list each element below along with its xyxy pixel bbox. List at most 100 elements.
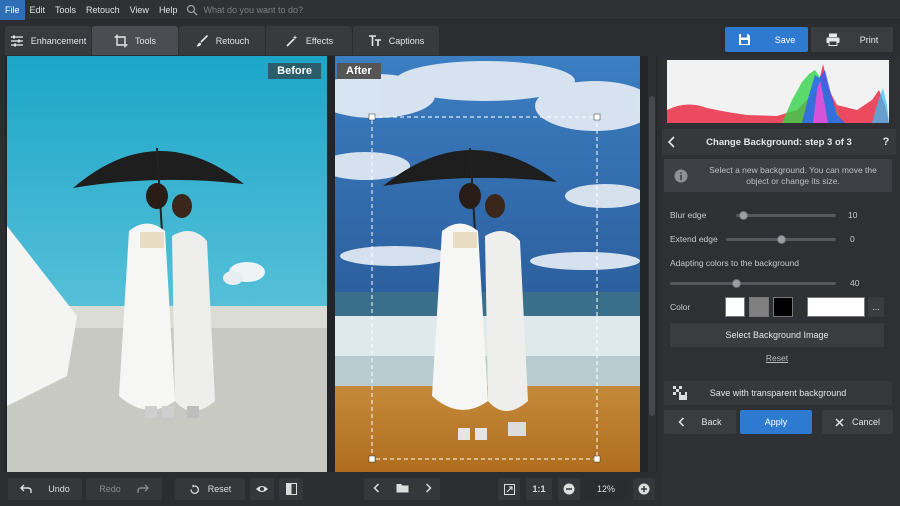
next-image-button[interactable] [416, 483, 440, 495]
blur-edge-slider[interactable] [736, 210, 836, 220]
color-swatch-white[interactable] [725, 297, 745, 317]
adapt-colors-row: 40 [670, 278, 892, 288]
tab-captions-label: Captions [388, 35, 425, 46]
close-icon [835, 417, 844, 427]
adapt-colors-label: Adapting colors to the background [670, 258, 800, 268]
menu-retouch[interactable]: Retouch [81, 0, 125, 20]
actual-size-button[interactable]: 1:1 [526, 478, 552, 500]
zoom-out-icon [563, 483, 575, 495]
blur-edge-knob[interactable] [738, 210, 748, 220]
actual-size-label: 1:1 [532, 484, 546, 494]
tab-captions[interactable]: Captions [353, 26, 439, 55]
extend-edge-knob[interactable] [776, 234, 786, 244]
printer-icon [826, 33, 840, 46]
photo-canvas[interactable]: Before After [5, 56, 657, 472]
magic-wand-icon [286, 34, 298, 47]
color-swatch-black[interactable] [773, 297, 793, 317]
color-label: Color [670, 302, 691, 312]
blur-edge-label: Blur edge [670, 210, 707, 220]
brush-icon [196, 34, 208, 46]
zoom-in-button[interactable] [633, 478, 655, 500]
undo-icon [20, 484, 32, 493]
zoom-value[interactable]: 12% [584, 478, 628, 500]
vertical-scrollbar[interactable] [648, 56, 656, 472]
color-swatch-gray[interactable] [749, 297, 769, 317]
reset-link[interactable]: Reset [662, 353, 892, 363]
tab-retouch[interactable]: Retouch [179, 26, 265, 55]
scrollbar-thumb[interactable] [649, 96, 655, 416]
after-image[interactable]: After [335, 56, 640, 472]
print-button[interactable]: Print [811, 27, 893, 52]
menu-edit[interactable]: Edit [25, 0, 51, 20]
after-label: After [337, 63, 381, 79]
eye-icon [256, 486, 268, 492]
adapt-colors-slider[interactable] [670, 278, 836, 288]
selected-color-well[interactable] [807, 297, 865, 317]
save-transparent-button[interactable]: Save with transparent background [664, 381, 892, 405]
tab-tools-label: Tools [134, 35, 156, 46]
back-button[interactable]: Back [664, 410, 736, 434]
chevron-right-icon [425, 483, 432, 493]
menu-view[interactable]: View [125, 0, 154, 20]
prev-image-button[interactable] [364, 483, 388, 495]
menu-search [186, 4, 364, 16]
reset-icon [190, 484, 199, 494]
cancel-label: Cancel [851, 417, 880, 427]
search-icon [187, 4, 198, 15]
compare-view-button[interactable] [279, 478, 303, 500]
menu-bar: File Edit Tools Retouch View Help [0, 0, 900, 20]
adapt-colors-label-row: Adapting colors to the background [670, 258, 892, 268]
save-transparent-label: Save with transparent background [709, 388, 847, 398]
menu-tools[interactable]: Tools [50, 0, 81, 20]
extend-edge-label: Extend edge [670, 234, 718, 244]
extend-edge-slider[interactable] [726, 234, 836, 244]
save-button[interactable]: Save [725, 27, 808, 52]
redo-button[interactable]: Redo [86, 478, 162, 500]
help-button[interactable]: ? [876, 136, 896, 148]
fit-to-screen-button[interactable] [498, 478, 520, 500]
reset-label: Reset [207, 484, 232, 494]
select-background-button[interactable]: Select Background Image [670, 323, 884, 347]
extend-edge-row: Extend edge 0 [670, 234, 892, 244]
adapt-colors-knob[interactable] [731, 278, 741, 288]
chevron-left-icon [678, 417, 685, 427]
cancel-button[interactable]: Cancel [822, 410, 893, 434]
navigation-group [364, 478, 440, 500]
redo-icon [137, 484, 149, 493]
blur-edge-row: Blur edge 10 [670, 210, 892, 220]
tab-effects-label: Effects [305, 35, 334, 46]
blur-edge-value: 10 [848, 210, 858, 220]
select-background-label: Select Background Image [725, 330, 829, 340]
transparent-save-icon [673, 386, 687, 400]
tab-tools[interactable]: Tools [92, 26, 178, 55]
menu-file[interactable]: File [0, 0, 25, 20]
apply-button[interactable]: Apply [740, 410, 812, 434]
bottom-bar: Undo Redo Reset 1:1 12% [0, 472, 660, 506]
preview-toggle-button[interactable] [250, 478, 274, 500]
split-view-icon [285, 483, 297, 495]
search-input[interactable] [203, 4, 364, 15]
zoom-in-icon [638, 483, 650, 495]
step-title: Change Background: step 3 of 3 [706, 136, 852, 148]
folder-icon [396, 484, 408, 493]
more-colors-button[interactable]: ... [868, 297, 884, 317]
toolbar: Enhancement Tools Retouch Effects Captio… [0, 20, 900, 56]
print-label: Print [859, 34, 879, 45]
open-folder-button[interactable] [388, 483, 416, 495]
tab-enhancement[interactable]: Enhancement [5, 26, 91, 55]
info-icon [674, 169, 688, 182]
chevron-left-icon[interactable] [662, 129, 682, 155]
apply-label: Apply [764, 417, 788, 427]
more-colors-label: ... [872, 302, 880, 312]
tab-retouch-label: Retouch [215, 35, 250, 46]
before-label: Before [268, 63, 321, 79]
fit-screen-icon [503, 483, 515, 495]
zoom-value-label: 12% [596, 484, 615, 494]
reset-button[interactable]: Reset [175, 478, 245, 500]
menu-help[interactable]: Help [154, 0, 183, 20]
adapt-colors-value: 40 [850, 278, 860, 288]
undo-button[interactable]: Undo [8, 478, 82, 500]
crop-icon [114, 34, 128, 47]
zoom-out-button[interactable] [558, 478, 580, 500]
tab-effects[interactable]: Effects [266, 26, 352, 55]
